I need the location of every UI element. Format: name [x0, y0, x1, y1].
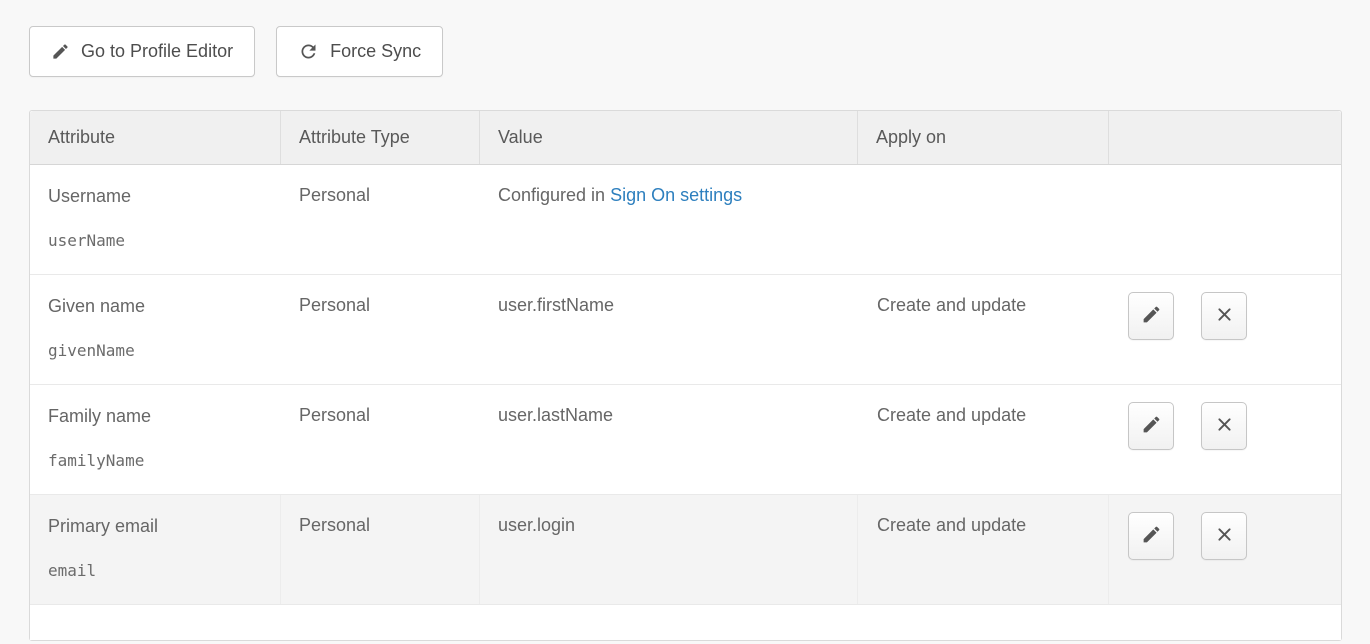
pencil-icon	[1141, 524, 1162, 548]
attribute-variable-name: givenName	[48, 341, 263, 361]
toolbar: Go to Profile Editor Force Sync	[29, 26, 1370, 77]
close-icon	[1215, 525, 1234, 547]
go-to-profile-editor-label: Go to Profile Editor	[81, 41, 233, 62]
apply-on-value: Create and update	[877, 295, 1026, 315]
apply-on-cell	[858, 165, 1109, 274]
edit-attribute-button[interactable]	[1128, 402, 1174, 450]
apply-on-cell: Create and update	[858, 275, 1109, 384]
page: Go to Profile Editor Force Sync Attribut…	[0, 0, 1370, 641]
actions-cell	[1109, 165, 1341, 274]
attribute-type-cell: Personal	[281, 275, 480, 384]
attribute-variable-name: familyName	[48, 451, 263, 471]
pencil-icon	[51, 42, 70, 61]
attribute-type-value: Personal	[299, 185, 370, 205]
value-cell: user.firstName	[480, 275, 858, 384]
attribute-type-value: Personal	[299, 295, 370, 315]
column-header-attribute-type: Attribute Type	[281, 111, 480, 164]
table-row: Primary email email Personal user.login …	[30, 495, 1341, 605]
apply-on-cell: Create and update	[858, 495, 1109, 604]
column-header-attribute: Attribute	[30, 111, 281, 164]
attribute-type-cell: Personal	[281, 165, 480, 274]
edit-attribute-button[interactable]	[1128, 512, 1174, 560]
delete-attribute-button[interactable]	[1201, 512, 1247, 560]
attribute-variable-name: userName	[48, 231, 263, 251]
attribute-type-cell: Personal	[281, 495, 480, 604]
value-text: user.firstName	[498, 295, 614, 315]
attribute-cell: Username userName	[30, 165, 281, 274]
attribute-label: Username	[48, 185, 263, 207]
edit-attribute-button[interactable]	[1128, 292, 1174, 340]
sign-on-settings-link[interactable]: Sign On settings	[610, 185, 742, 205]
go-to-profile-editor-button[interactable]: Go to Profile Editor	[29, 26, 255, 77]
value-cell: user.login	[480, 495, 858, 604]
apply-on-value: Create and update	[877, 405, 1026, 425]
value-cell: Configured in Sign On settings	[480, 165, 858, 274]
pencil-icon	[1141, 304, 1162, 328]
attribute-label: Given name	[48, 295, 263, 317]
attribute-type-cell: Personal	[281, 385, 480, 494]
column-header-value: Value	[480, 111, 858, 164]
column-header-apply-on: Apply on	[858, 111, 1109, 164]
delete-attribute-button[interactable]	[1201, 292, 1247, 340]
attribute-type-value: Personal	[299, 405, 370, 425]
attribute-cell: Primary email email	[30, 495, 281, 604]
pencil-icon	[1141, 414, 1162, 438]
apply-on-cell: Create and update	[858, 385, 1109, 494]
actions-cell	[1109, 385, 1341, 494]
attribute-label: Primary email	[48, 515, 262, 537]
value-cell: user.lastName	[480, 385, 858, 494]
value-text: user.lastName	[498, 405, 613, 425]
apply-on-value: Create and update	[877, 515, 1026, 535]
attribute-label: Family name	[48, 405, 263, 427]
table-row: Family name familyName Personal user.las…	[30, 385, 1341, 495]
table-row-partial	[30, 605, 1341, 640]
attribute-variable-name: email	[48, 561, 262, 581]
column-header-actions	[1109, 111, 1341, 164]
value-prefix-text: Configured in	[498, 185, 610, 205]
table-row: Username userName Personal Configured in…	[30, 165, 1341, 275]
actions-cell	[1109, 495, 1341, 604]
force-sync-button[interactable]: Force Sync	[276, 26, 443, 77]
table-header: Attribute Attribute Type Value Apply on	[30, 111, 1341, 165]
close-icon	[1215, 305, 1234, 327]
attribute-cell: Given name givenName	[30, 275, 281, 384]
delete-attribute-button[interactable]	[1201, 402, 1247, 450]
value-text: user.login	[498, 515, 575, 535]
force-sync-label: Force Sync	[330, 41, 421, 62]
actions-cell	[1109, 275, 1341, 384]
table-body: Username userName Personal Configured in…	[30, 165, 1341, 605]
attribute-cell: Family name familyName	[30, 385, 281, 494]
table-row: Given name givenName Personal user.first…	[30, 275, 1341, 385]
refresh-icon	[298, 41, 319, 62]
attribute-mappings-table: Attribute Attribute Type Value Apply on …	[29, 110, 1342, 641]
close-icon	[1215, 415, 1234, 437]
attribute-type-value: Personal	[299, 515, 370, 535]
